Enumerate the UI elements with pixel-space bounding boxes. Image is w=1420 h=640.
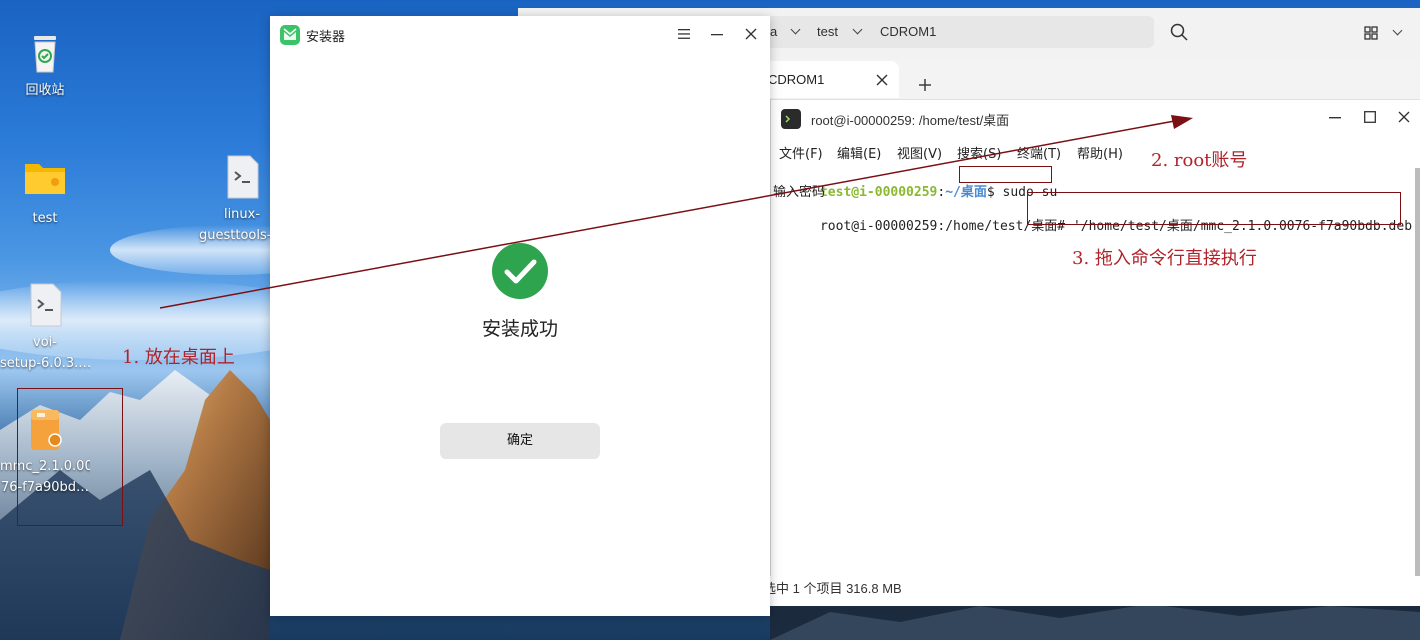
menu-search[interactable]: 搜索(S) <box>957 143 1001 162</box>
close-icon[interactable] <box>1398 111 1410 123</box>
close-icon[interactable] <box>745 28 757 40</box>
prompt-user: test@i-00000259 <box>819 185 938 200</box>
new-tab-plus-icon[interactable] <box>919 79 931 91</box>
folder-icon <box>23 158 67 206</box>
terminal-titlebar: root@i-00000259: /home/test/桌面 <box>771 100 1420 136</box>
annotation-step-3: 3. 拖入命令行直接执行 <box>1072 248 1257 269</box>
desktop-icon-label: 回收站 <box>25 83 65 98</box>
chevron-down-icon[interactable] <box>852 24 863 35</box>
menu-help[interactable]: 帮助(H) <box>1077 143 1123 162</box>
grid-view-icon[interactable] <box>1364 26 1378 40</box>
minimize-icon[interactable] <box>1329 117 1341 119</box>
installer-window: 安装器 安装成功 确定 <box>270 16 770 616</box>
search-icon[interactable] <box>1170 23 1188 41</box>
menu-file[interactable]: 文件(F) <box>779 143 823 162</box>
scrollbar[interactable] <box>1415 168 1420 576</box>
terminal-app-icon <box>781 109 801 129</box>
desktop-icon-test-folder[interactable]: test <box>0 158 90 229</box>
script-file-icon <box>23 282 67 330</box>
close-icon[interactable] <box>876 74 888 86</box>
breadcrumb-item[interactable]: a <box>770 24 777 39</box>
prompt-path: ~/桌面 <box>945 185 987 200</box>
desktop-icon-label: voi- <box>33 335 57 350</box>
installer-title: 安装器 <box>306 30 346 45</box>
annotation-step-1: 1. 放在桌面上 <box>122 347 235 368</box>
menu-icon[interactable] <box>678 29 690 39</box>
breadcrumb: a test CDROM1 <box>748 16 1154 48</box>
desktop-icon-trash[interactable]: 回收站 <box>0 30 90 101</box>
terminal-line: 输入密码 <box>773 185 826 200</box>
installer-app-icon <box>280 25 300 45</box>
tab-cdrom1[interactable]: CDROM1 <box>763 61 899 98</box>
desktop-icon-label-line2: setup-6.0.3.… <box>0 356 90 371</box>
script-file-icon <box>220 154 264 202</box>
annotation-box-package <box>17 388 123 526</box>
prompt-symbol: $ <box>986 185 1003 200</box>
chevron-down-icon[interactable] <box>790 24 801 35</box>
terminal-window: root@i-00000259: /home/test/桌面 文件(F) 编辑(… <box>770 100 1420 576</box>
menu-edit[interactable]: 编辑(E) <box>837 143 881 162</box>
breadcrumb-item-current[interactable]: CDROM1 <box>880 24 936 39</box>
annotation-step-2: 2. root账号 <box>1151 150 1248 171</box>
success-check-icon <box>492 243 548 299</box>
menu-view[interactable]: 视图(V) <box>897 143 942 162</box>
minimize-icon[interactable] <box>711 34 723 36</box>
confirm-button[interactable]: 确定 <box>440 423 600 459</box>
install-success-text: 安装成功 <box>481 318 558 340</box>
chevron-down-icon[interactable] <box>1392 25 1403 36</box>
breadcrumb-item[interactable]: test <box>817 24 838 39</box>
status-bar-text: 选中 1 个项目 316.8 MB <box>763 581 902 596</box>
annotation-box-sudo <box>959 166 1052 183</box>
tab-label: CDROM1 <box>768 72 825 87</box>
trash-icon <box>23 30 67 78</box>
terminal-title: root@i-00000259: /home/test/桌面 <box>811 113 1010 128</box>
menu-terminal[interactable]: 终端(T) <box>1017 143 1061 162</box>
desktop-icon-voi-setup[interactable]: voi- setup-6.0.3.… <box>0 282 90 374</box>
annotation-box-deb-path <box>1027 192 1401 225</box>
maximize-icon[interactable] <box>1364 111 1376 123</box>
desktop-icon-label: test <box>32 211 58 226</box>
